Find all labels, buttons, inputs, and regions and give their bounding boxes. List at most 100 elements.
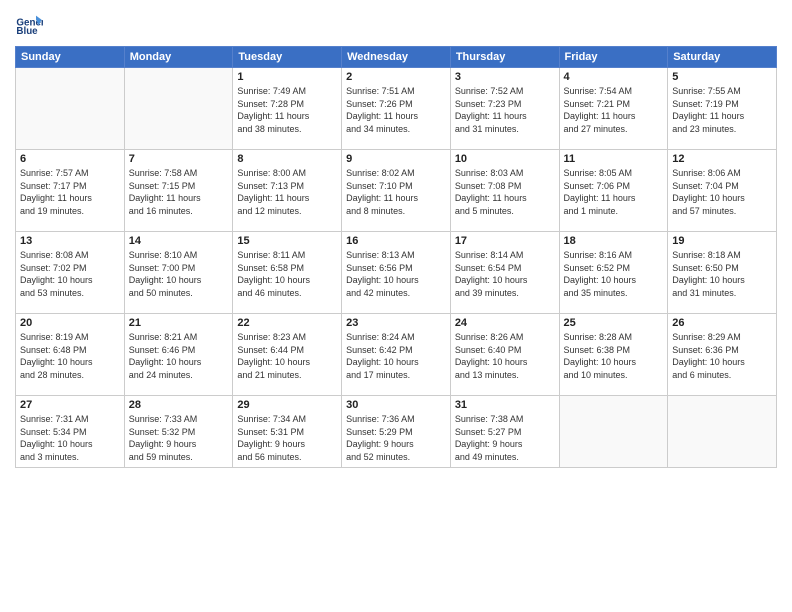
- day-info: Sunrise: 7:57 AM Sunset: 7:17 PM Dayligh…: [20, 167, 120, 217]
- day-number: 22: [237, 317, 337, 329]
- day-info: Sunrise: 8:10 AM Sunset: 7:00 PM Dayligh…: [129, 249, 229, 299]
- calendar-cell: 7 Sunrise: 7:58 AM Sunset: 7:15 PM Daylig…: [124, 150, 233, 232]
- day-info: Sunrise: 7:52 AM Sunset: 7:23 PM Dayligh…: [455, 85, 555, 135]
- day-info: Sunrise: 8:06 AM Sunset: 7:04 PM Dayligh…: [672, 167, 772, 217]
- day-info: Sunrise: 8:16 AM Sunset: 6:52 PM Dayligh…: [564, 249, 664, 299]
- day-info: Sunrise: 8:18 AM Sunset: 6:50 PM Dayligh…: [672, 249, 772, 299]
- calendar-cell: 27 Sunrise: 7:31 AM Sunset: 5:34 PM Dayli…: [16, 396, 125, 468]
- calendar-cell: 28 Sunrise: 7:33 AM Sunset: 5:32 PM Dayli…: [124, 396, 233, 468]
- day-info: Sunrise: 8:29 AM Sunset: 6:36 PM Dayligh…: [672, 331, 772, 381]
- day-info: Sunrise: 8:21 AM Sunset: 6:46 PM Dayligh…: [129, 331, 229, 381]
- day-info: Sunrise: 8:26 AM Sunset: 6:40 PM Dayligh…: [455, 331, 555, 381]
- calendar-cell: 3 Sunrise: 7:52 AM Sunset: 7:23 PM Daylig…: [450, 68, 559, 150]
- day-info: Sunrise: 8:05 AM Sunset: 7:06 PM Dayligh…: [564, 167, 664, 217]
- calendar-cell: 12 Sunrise: 8:06 AM Sunset: 7:04 PM Dayli…: [668, 150, 777, 232]
- day-info: Sunrise: 7:34 AM Sunset: 5:31 PM Dayligh…: [237, 413, 337, 463]
- calendar-cell: 23 Sunrise: 8:24 AM Sunset: 6:42 PM Dayli…: [342, 314, 451, 396]
- day-info: Sunrise: 8:00 AM Sunset: 7:13 PM Dayligh…: [237, 167, 337, 217]
- calendar-table: SundayMondayTuesdayWednesdayThursdayFrid…: [15, 46, 777, 468]
- calendar-cell: 31 Sunrise: 7:38 AM Sunset: 5:27 PM Dayli…: [450, 396, 559, 468]
- weekday-header-row: SundayMondayTuesdayWednesdayThursdayFrid…: [16, 47, 777, 68]
- day-info: Sunrise: 8:03 AM Sunset: 7:08 PM Dayligh…: [455, 167, 555, 217]
- day-info: Sunrise: 8:24 AM Sunset: 6:42 PM Dayligh…: [346, 331, 446, 381]
- calendar-cell: 13 Sunrise: 8:08 AM Sunset: 7:02 PM Dayli…: [16, 232, 125, 314]
- weekday-header-tuesday: Tuesday: [233, 47, 342, 68]
- day-number: 31: [455, 399, 555, 411]
- day-info: Sunrise: 7:58 AM Sunset: 7:15 PM Dayligh…: [129, 167, 229, 217]
- calendar-cell: [124, 68, 233, 150]
- calendar-cell: 2 Sunrise: 7:51 AM Sunset: 7:26 PM Daylig…: [342, 68, 451, 150]
- day-info: Sunrise: 7:51 AM Sunset: 7:26 PM Dayligh…: [346, 85, 446, 135]
- day-number: 15: [237, 235, 337, 247]
- calendar-cell: 6Sunrise: 7:57 AM Sunset: 7:17 PM Daylig…: [16, 150, 125, 232]
- calendar-cell: 18 Sunrise: 8:16 AM Sunset: 6:52 PM Dayli…: [559, 232, 668, 314]
- day-number: 13: [20, 235, 120, 247]
- logo-icon: General Blue: [15, 10, 43, 38]
- weekday-header-wednesday: Wednesday: [342, 47, 451, 68]
- day-number: 27: [20, 399, 120, 411]
- weekday-header-monday: Monday: [124, 47, 233, 68]
- day-number: 1: [237, 71, 337, 83]
- day-info: Sunrise: 7:38 AM Sunset: 5:27 PM Dayligh…: [455, 413, 555, 463]
- svg-text:Blue: Blue: [16, 26, 38, 37]
- calendar-cell: 8 Sunrise: 8:00 AM Sunset: 7:13 PM Daylig…: [233, 150, 342, 232]
- day-number: 16: [346, 235, 446, 247]
- day-info: Sunrise: 7:33 AM Sunset: 5:32 PM Dayligh…: [129, 413, 229, 463]
- calendar-cell: 17 Sunrise: 8:14 AM Sunset: 6:54 PM Dayli…: [450, 232, 559, 314]
- day-number: 11: [564, 153, 664, 165]
- week-row-1: 1 Sunrise: 7:49 AM Sunset: 7:28 PM Daylig…: [16, 68, 777, 150]
- day-number: 19: [672, 235, 772, 247]
- day-info: Sunrise: 8:02 AM Sunset: 7:10 PM Dayligh…: [346, 167, 446, 217]
- day-number: 7: [129, 153, 229, 165]
- day-number: 8: [237, 153, 337, 165]
- day-number: 5: [672, 71, 772, 83]
- day-number: 2: [346, 71, 446, 83]
- page-container: General Blue SundayMondayTuesdayWednesda…: [0, 0, 792, 612]
- weekday-header-saturday: Saturday: [668, 47, 777, 68]
- calendar-cell: 16Sunrise: 8:13 AM Sunset: 6:56 PM Dayli…: [342, 232, 451, 314]
- calendar-cell: 26Sunrise: 8:29 AM Sunset: 6:36 PM Dayli…: [668, 314, 777, 396]
- day-number: 30: [346, 399, 446, 411]
- calendar-cell: [559, 396, 668, 468]
- week-row-3: 13 Sunrise: 8:08 AM Sunset: 7:02 PM Dayli…: [16, 232, 777, 314]
- calendar-cell: 22Sunrise: 8:23 AM Sunset: 6:44 PM Dayli…: [233, 314, 342, 396]
- day-number: 12: [672, 153, 772, 165]
- weekday-header-sunday: Sunday: [16, 47, 125, 68]
- day-info: Sunrise: 7:36 AM Sunset: 5:29 PM Dayligh…: [346, 413, 446, 463]
- calendar-cell: 30 Sunrise: 7:36 AM Sunset: 5:29 PM Dayli…: [342, 396, 451, 468]
- day-info: Sunrise: 7:55 AM Sunset: 7:19 PM Dayligh…: [672, 85, 772, 135]
- day-number: 18: [564, 235, 664, 247]
- calendar-cell: 24 Sunrise: 8:26 AM Sunset: 6:40 PM Dayli…: [450, 314, 559, 396]
- calendar-cell: 4 Sunrise: 7:54 AM Sunset: 7:21 PM Daylig…: [559, 68, 668, 150]
- day-number: 23: [346, 317, 446, 329]
- calendar-cell: 1 Sunrise: 7:49 AM Sunset: 7:28 PM Daylig…: [233, 68, 342, 150]
- day-number: 3: [455, 71, 555, 83]
- calendar-cell: 14 Sunrise: 8:10 AM Sunset: 7:00 PM Dayli…: [124, 232, 233, 314]
- calendar-cell: 15 Sunrise: 8:11 AM Sunset: 6:58 PM Dayli…: [233, 232, 342, 314]
- calendar-cell: 25Sunrise: 8:28 AM Sunset: 6:38 PM Dayli…: [559, 314, 668, 396]
- day-number: 14: [129, 235, 229, 247]
- calendar-cell: [668, 396, 777, 468]
- calendar-cell: 19 Sunrise: 8:18 AM Sunset: 6:50 PM Dayli…: [668, 232, 777, 314]
- day-info: Sunrise: 8:11 AM Sunset: 6:58 PM Dayligh…: [237, 249, 337, 299]
- day-number: 24: [455, 317, 555, 329]
- weekday-header-thursday: Thursday: [450, 47, 559, 68]
- calendar-cell: [16, 68, 125, 150]
- day-info: Sunrise: 8:08 AM Sunset: 7:02 PM Dayligh…: [20, 249, 120, 299]
- day-info: Sunrise: 7:49 AM Sunset: 7:28 PM Dayligh…: [237, 85, 337, 135]
- day-number: 21: [129, 317, 229, 329]
- calendar-cell: 11 Sunrise: 8:05 AM Sunset: 7:06 PM Dayli…: [559, 150, 668, 232]
- week-row-2: 6Sunrise: 7:57 AM Sunset: 7:17 PM Daylig…: [16, 150, 777, 232]
- calendar-cell: 21 Sunrise: 8:21 AM Sunset: 6:46 PM Dayli…: [124, 314, 233, 396]
- day-info: Sunrise: 7:54 AM Sunset: 7:21 PM Dayligh…: [564, 85, 664, 135]
- calendar-cell: 20Sunrise: 8:19 AM Sunset: 6:48 PM Dayli…: [16, 314, 125, 396]
- day-info: Sunrise: 7:31 AM Sunset: 5:34 PM Dayligh…: [20, 413, 120, 463]
- day-number: 28: [129, 399, 229, 411]
- day-number: 20: [20, 317, 120, 329]
- day-number: 25: [564, 317, 664, 329]
- week-row-5: 27 Sunrise: 7:31 AM Sunset: 5:34 PM Dayli…: [16, 396, 777, 468]
- day-number: 17: [455, 235, 555, 247]
- day-info: Sunrise: 8:14 AM Sunset: 6:54 PM Dayligh…: [455, 249, 555, 299]
- day-number: 4: [564, 71, 664, 83]
- day-number: 9: [346, 153, 446, 165]
